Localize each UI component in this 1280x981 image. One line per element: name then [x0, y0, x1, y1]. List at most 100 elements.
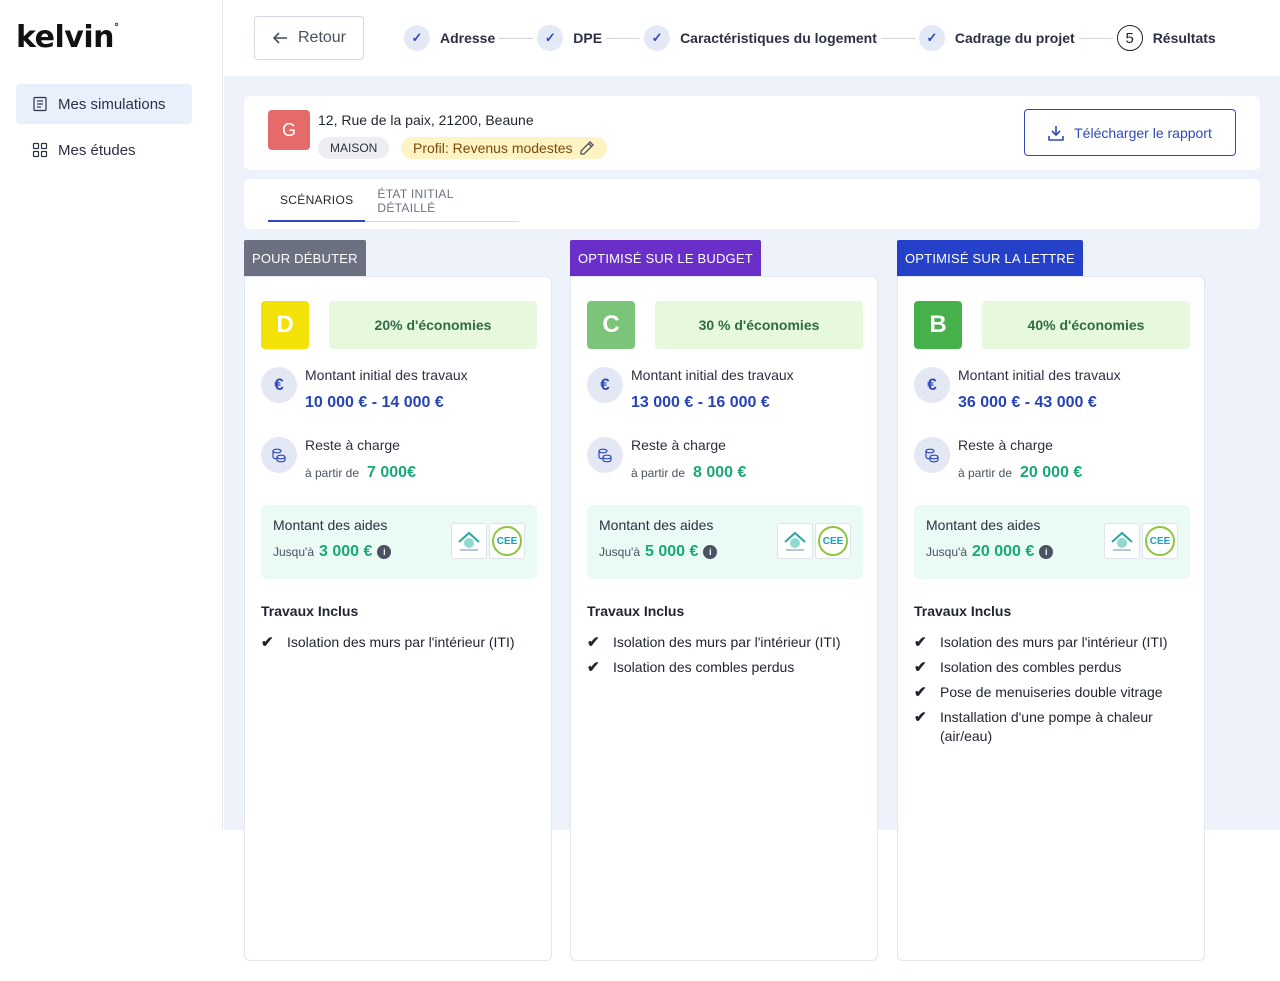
- up-to-label: Jusqu'à: [273, 545, 314, 559]
- check-icon: ✔: [914, 634, 927, 651]
- back-button[interactable]: Retour: [254, 16, 364, 60]
- back-button-label: Retour: [297, 29, 347, 46]
- initial-amount-label: Montant initial des travaux: [631, 367, 794, 383]
- initial-amount-value: 36 000 € - 43 000 €: [958, 394, 1097, 411]
- from-label: à partir de: [631, 466, 686, 480]
- sidebar-item-mes-etudes[interactable]: Mes études: [16, 130, 192, 170]
- check-icon: ✔: [261, 634, 274, 651]
- euro-icon: €: [587, 367, 623, 403]
- coins-icon: [261, 437, 297, 473]
- from-label: à partir de: [958, 466, 1013, 480]
- profile-label: Profil: Revenus modestes: [413, 140, 573, 156]
- coins-icon: [587, 437, 623, 473]
- tabs-bar: SCÉNARIOS ÉTAT INITIAL DÉTAILLÉ: [244, 179, 1260, 229]
- savings-badge: 30 % d'économies: [655, 301, 863, 349]
- step-caracteristiques[interactable]: ✓ Caractéristiques du logement: [644, 25, 877, 51]
- step-connector: [1078, 37, 1113, 39]
- info-icon[interactable]: i: [703, 545, 718, 559]
- stepper: ✓ Adresse ✓ DPE ✓ Caractéristiques du lo…: [404, 24, 1216, 52]
- list-item: ✔ Isolation des combles perdus: [914, 659, 1122, 676]
- savings-badge: 40% d'économies: [982, 301, 1190, 349]
- document-list-icon: [33, 96, 47, 112]
- scenario-card: POUR DÉBUTER D 20% d'économies € Montant…: [244, 240, 552, 961]
- step-cadrage[interactable]: ✓ Cadrage du projet: [918, 25, 1075, 51]
- step-label: Cadrage du projet: [954, 30, 1075, 46]
- works-list: ✔ Isolation des murs par l'intérieur (ITI…: [587, 633, 867, 683]
- cee-logo: CEE: [489, 523, 525, 559]
- house-type-badge: MAISON: [318, 137, 390, 159]
- property-address: 12, Rue de la paix, 21200, Beaune: [318, 112, 534, 128]
- check-icon: ✓: [537, 25, 564, 51]
- dpe-badge: C: [587, 301, 635, 349]
- from-label: à partir de: [305, 466, 360, 480]
- arrow-left-icon: [272, 32, 287, 44]
- euro-icon: €: [914, 367, 950, 403]
- tab-etat-initial[interactable]: ÉTAT INITIAL DÉTAILLÉ: [365, 179, 519, 222]
- list-item: ✔ Isolation des murs par l'intérieur (ITI…: [914, 634, 1168, 651]
- info-icon[interactable]: i: [377, 545, 392, 559]
- check-icon: ✔: [587, 659, 600, 676]
- step-adresse[interactable]: ✓ Adresse: [404, 25, 495, 51]
- remaining-row: à partir de 20 000 €: [958, 464, 1082, 482]
- check-icon: ✔: [587, 634, 600, 651]
- scenario-tag: OPTIMISÉ SUR LE BUDGET: [570, 240, 761, 276]
- remaining-value: 7 000€: [367, 464, 416, 481]
- up-to-label: Jusqu'à: [599, 545, 640, 559]
- tab-scenarios[interactable]: SCÉNARIOS: [268, 179, 366, 222]
- aids-box: Montant des aides Jusqu'à 5 000 € i CEE: [587, 505, 863, 579]
- step-connector: [606, 37, 641, 39]
- step-connector: [880, 37, 915, 39]
- step-label: Résultats: [1152, 30, 1216, 46]
- works-title: Travaux Inclus: [914, 603, 1012, 619]
- sidebar-item-label: Mes simulations: [58, 95, 166, 113]
- aids-label: Montant des aides: [599, 517, 714, 533]
- step-dpe[interactable]: ✓ DPE: [537, 25, 602, 51]
- aids-label: Montant des aides: [926, 517, 1041, 533]
- list-item: ✔ Isolation des murs par l'intérieur (ITI…: [261, 634, 515, 651]
- avatar: G: [268, 110, 310, 150]
- step-label: Caractéristiques du logement: [680, 30, 877, 46]
- remaining-row: à partir de 8 000 €: [631, 464, 746, 482]
- maprimerenov-logo: [777, 523, 813, 559]
- works-title: Travaux Inclus: [587, 603, 685, 619]
- grid-icon: [32, 142, 48, 158]
- remaining-value: 20 000 €: [1020, 464, 1083, 481]
- kelvin-logo[interactable]: kelvin°: [16, 20, 119, 55]
- sidebar-item-mes-simulations[interactable]: Mes simulations: [16, 84, 192, 124]
- aids-box: Montant des aides Jusqu'à 3 000 € i CEE: [261, 505, 537, 579]
- download-report-label: Télécharger le rapport: [1074, 124, 1212, 141]
- maprimerenov-logo: [1104, 523, 1140, 559]
- works-list: ✔ Isolation des murs par l'intérieur (ITI…: [914, 633, 1194, 752]
- aids-label: Montant des aides: [273, 517, 388, 533]
- sidebar: kelvin° Mes simulations Mes études: [0, 0, 223, 830]
- step-label: Adresse: [440, 30, 496, 46]
- download-icon: [1048, 125, 1064, 141]
- remaining-row: à partir de 7 000€: [305, 464, 416, 482]
- euro-icon: €: [261, 367, 297, 403]
- remaining-value: 8 000 €: [693, 464, 747, 481]
- aids-box: Montant des aides Jusqu'à 20 000 € i CEE: [914, 505, 1190, 579]
- list-item: ✔ Pose de menuiseries double vitrage: [914, 684, 1163, 701]
- sidebar-item-label: Mes études: [58, 141, 136, 159]
- info-icon[interactable]: i: [1039, 545, 1054, 559]
- remaining-label: Reste à charge: [305, 437, 400, 453]
- dpe-badge: D: [261, 301, 309, 349]
- initial-amount-value: 13 000 € - 16 000 €: [631, 394, 770, 411]
- step-resultats[interactable]: 5 Résultats: [1116, 25, 1216, 51]
- works-list: ✔ Isolation des murs par l'intérieur (ITI…: [261, 633, 541, 658]
- initial-amount-label: Montant initial des travaux: [958, 367, 1121, 383]
- coins-icon: [914, 437, 950, 473]
- step-connector: [499, 37, 534, 39]
- initial-amount-label: Montant initial des travaux: [305, 367, 468, 383]
- profile-badge[interactable]: Profil: Revenus modestes: [401, 137, 607, 159]
- aids-value: 20 000 €: [972, 543, 1035, 560]
- download-report-button[interactable]: Télécharger le rapport: [1024, 109, 1236, 156]
- step-number: 5: [1116, 25, 1143, 51]
- pencil-icon[interactable]: [579, 140, 595, 156]
- scenario-tag: POUR DÉBUTER: [244, 240, 366, 276]
- check-icon: ✔: [914, 659, 927, 676]
- check-icon: ✓: [644, 25, 671, 51]
- aids-value: 3 000 €: [319, 543, 373, 560]
- scenario-card: OPTIMISÉ SUR LA LETTRE B 40% d'économies…: [897, 240, 1205, 961]
- list-item: ✔ Installation d'une pompe à chaleur (air…: [914, 709, 1153, 744]
